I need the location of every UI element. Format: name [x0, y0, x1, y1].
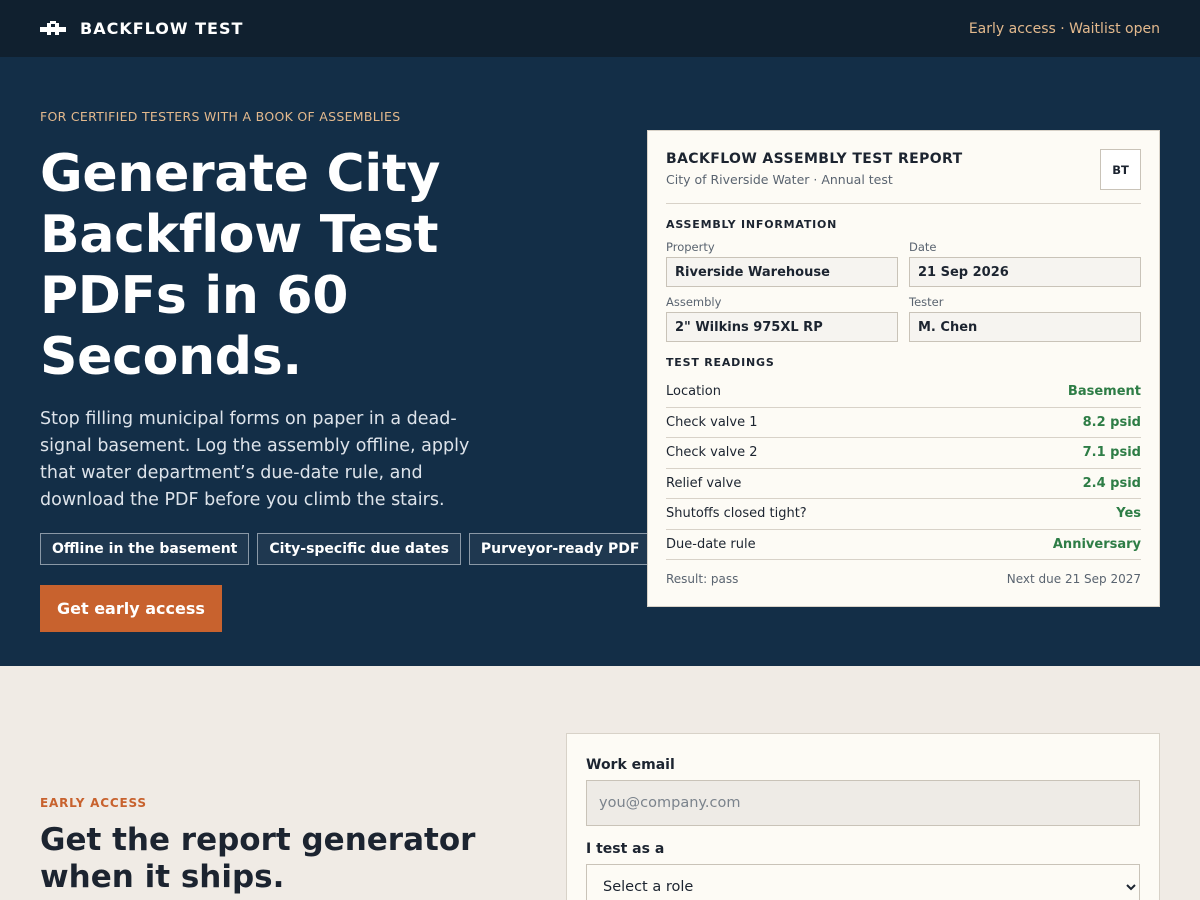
- field-date: Date 21 Sep 2026: [909, 240, 1141, 287]
- test-readings: Location Basement Check valve 1 8.2 psid…: [666, 377, 1141, 560]
- reading-value: Anniversary: [1052, 536, 1141, 552]
- valve-icon: [40, 20, 66, 35]
- hero-headline: Generate City Backflow Test PDFs in 60 S…: [40, 144, 441, 387]
- reading-name: Check valve 2: [666, 445, 758, 461]
- reading-name: Shutoffs closed tight?: [666, 506, 807, 522]
- brand-name: BACKFLOW TEST: [80, 19, 244, 38]
- reading-value: 8.2 psid: [1082, 414, 1141, 430]
- report-subtitle: City of Riverside Water · Annual test: [666, 172, 893, 187]
- field-value: 2" Wilkins 975XL RP: [666, 312, 898, 342]
- reading-row: Location Basement: [666, 377, 1141, 408]
- field-label: Date: [909, 240, 937, 254]
- email-label: Work email: [586, 757, 675, 773]
- email-field[interactable]: [586, 780, 1140, 826]
- field-value: M. Chen: [909, 312, 1141, 342]
- reading-value: Yes: [1116, 506, 1141, 522]
- signup-section: EARLY ACCESS Get the report generator wh…: [0, 666, 1200, 900]
- report-result: Result: pass: [666, 572, 739, 586]
- signup-title: Get the report generator when it ships.: [40, 822, 476, 895]
- signup-intro: EARLY ACCESS Get the report generator wh…: [40, 796, 540, 896]
- hero-eyebrow: FOR CERTIFIED TESTERS WITH A BOOK OF ASS…: [40, 109, 401, 124]
- reading-value: 2.4 psid: [1082, 475, 1141, 491]
- reading-value: Basement: [1067, 384, 1141, 400]
- brand[interactable]: BACKFLOW TEST: [40, 19, 243, 38]
- reading-name: Check valve 1: [666, 414, 758, 430]
- feature-tag-pdf: Purveyor-ready PDF: [468, 533, 652, 565]
- reading-row: Shutoffs closed tight? Yes: [666, 499, 1141, 530]
- hero-content: FOR CERTIFIED TESTERS WITH A BOOK OF ASS…: [40, 109, 652, 632]
- sample-report-card: BACKFLOW ASSEMBLY TEST REPORT City of Ri…: [647, 130, 1160, 607]
- top-bar: BACKFLOW TEST Early access · Waitlist op…: [0, 0, 1200, 57]
- field-property: Property Riverside Warehouse: [666, 240, 898, 287]
- reading-value: 7.1 psid: [1082, 445, 1141, 461]
- report-header: BACKFLOW ASSEMBLY TEST REPORT City of Ri…: [666, 149, 1141, 204]
- signup-eyebrow: EARLY ACCESS: [40, 796, 147, 810]
- report-badge: BT: [1100, 149, 1141, 190]
- report-next-due: Next due 21 Sep 2027: [1006, 572, 1141, 586]
- field-value: Riverside Warehouse: [666, 257, 898, 287]
- reading-name: Location: [666, 384, 721, 400]
- assembly-fields: Property Riverside Warehouse Date 21 Sep…: [666, 240, 1141, 342]
- waitlist-status: Early access · Waitlist open: [968, 20, 1160, 37]
- reading-name: Due-date rule: [666, 536, 756, 552]
- hero-lead: Stop filling municipal forms on paper in…: [40, 409, 470, 510]
- report-footer: Result: pass Next due 21 Sep 2027: [666, 572, 1141, 586]
- feature-tag-offline: Offline in the basement: [40, 533, 250, 565]
- field-label: Tester: [909, 295, 944, 309]
- field-label: Assembly: [666, 295, 722, 309]
- role-select[interactable]: Select a role: [586, 864, 1140, 900]
- field-label: Property: [666, 240, 715, 254]
- signup-form: Work email I test as a Select a role: [566, 733, 1160, 900]
- role-label: I test as a: [586, 841, 665, 857]
- reading-name: Relief valve: [666, 475, 742, 491]
- feature-tags: Offline in the basement City-specific du…: [40, 533, 652, 565]
- reading-row: Check valve 2 7.1 psid: [666, 438, 1141, 469]
- reading-row: Due-date rule Anniversary: [666, 530, 1141, 560]
- field-tester: Tester M. Chen: [909, 295, 1141, 342]
- hero-section: FOR CERTIFIED TESTERS WITH A BOOK OF ASS…: [0, 57, 1200, 666]
- field-value: 21 Sep 2026: [909, 257, 1141, 287]
- feature-tag-due-dates: City-specific due dates: [257, 533, 461, 565]
- test-readings-label: TEST READINGS: [666, 356, 775, 369]
- reading-row: Check valve 1 8.2 psid: [666, 408, 1141, 438]
- field-assembly: Assembly 2" Wilkins 975XL RP: [666, 295, 898, 342]
- assembly-info-label: ASSEMBLY INFORMATION: [666, 218, 838, 231]
- reading-row: Relief valve 2.4 psid: [666, 469, 1141, 499]
- report-title: BACKFLOW ASSEMBLY TEST REPORT: [666, 151, 963, 167]
- early-access-button[interactable]: Get early access: [40, 585, 222, 632]
